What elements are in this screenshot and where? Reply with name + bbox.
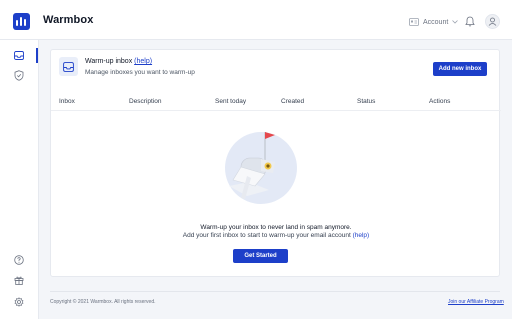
sidebar-item-security[interactable] bbox=[11, 67, 27, 83]
id-card-icon bbox=[409, 18, 419, 26]
help-icon bbox=[14, 255, 24, 265]
empty-state-subtitle: Add your first inbox to start to warm-up… bbox=[51, 232, 501, 239]
add-new-inbox-button[interactable]: Add new inbox bbox=[433, 62, 487, 76]
bell-icon[interactable] bbox=[465, 16, 475, 27]
chevron-down-icon bbox=[452, 20, 459, 24]
sidebar-item-help[interactable] bbox=[11, 252, 27, 268]
footer-divider bbox=[50, 291, 500, 292]
active-indicator bbox=[36, 48, 38, 63]
inbox-icon bbox=[63, 61, 74, 72]
column-header-created[interactable]: Created bbox=[281, 98, 304, 105]
column-header-inbox[interactable]: Inbox bbox=[59, 98, 75, 105]
column-header-sent-today[interactable]: Sent today bbox=[215, 98, 246, 105]
inbox-icon bbox=[14, 50, 24, 60]
page-subtitle: Manage inboxes you want to warm-up bbox=[85, 69, 195, 76]
app-title: Warmbox bbox=[43, 14, 94, 26]
column-header-actions[interactable]: Actions bbox=[429, 98, 450, 105]
sidebar bbox=[0, 40, 39, 319]
account-label: Account bbox=[423, 18, 449, 26]
main-card: Warm-up inbox (help) Manage inboxes you … bbox=[50, 49, 501, 277]
sidebar-item-gift[interactable] bbox=[11, 272, 27, 288]
avatar[interactable] bbox=[485, 14, 500, 29]
shield-icon bbox=[14, 69, 24, 81]
get-started-button[interactable]: Get Started bbox=[233, 249, 288, 263]
sidebar-item-settings[interactable] bbox=[11, 294, 27, 310]
inbox-badge bbox=[59, 57, 78, 76]
empty-state-subtitle-text: Add your first inbox to start to warm-up… bbox=[182, 232, 351, 239]
affiliate-link[interactable]: Join our Affiliate Program bbox=[448, 299, 504, 305]
mailbox-illustration bbox=[225, 132, 297, 204]
column-header-status[interactable]: Status bbox=[357, 98, 375, 105]
page-title: Warm-up inbox (help) bbox=[85, 58, 152, 65]
sidebar-item-inbox[interactable] bbox=[11, 47, 27, 63]
page-title-text: Warm-up inbox bbox=[85, 58, 133, 65]
copyright-text: Copyright © 2021 Warmbox. All rights res… bbox=[50, 299, 156, 305]
column-header-description[interactable]: Description bbox=[129, 98, 162, 105]
logo-icon[interactable] bbox=[13, 13, 30, 30]
gift-icon bbox=[14, 276, 24, 285]
empty-state-help-link[interactable]: (help) bbox=[353, 232, 370, 239]
gear-icon bbox=[14, 297, 24, 307]
empty-state-title: Warm-up your inbox to never land in spam… bbox=[200, 224, 352, 231]
account-menu[interactable]: Account bbox=[409, 17, 459, 27]
user-icon bbox=[488, 17, 497, 26]
top-bar: Warmbox Account bbox=[0, 0, 512, 40]
table-header: Inbox Description Sent today Created Sta… bbox=[51, 95, 501, 111]
help-link[interactable]: (help) bbox=[134, 58, 152, 65]
